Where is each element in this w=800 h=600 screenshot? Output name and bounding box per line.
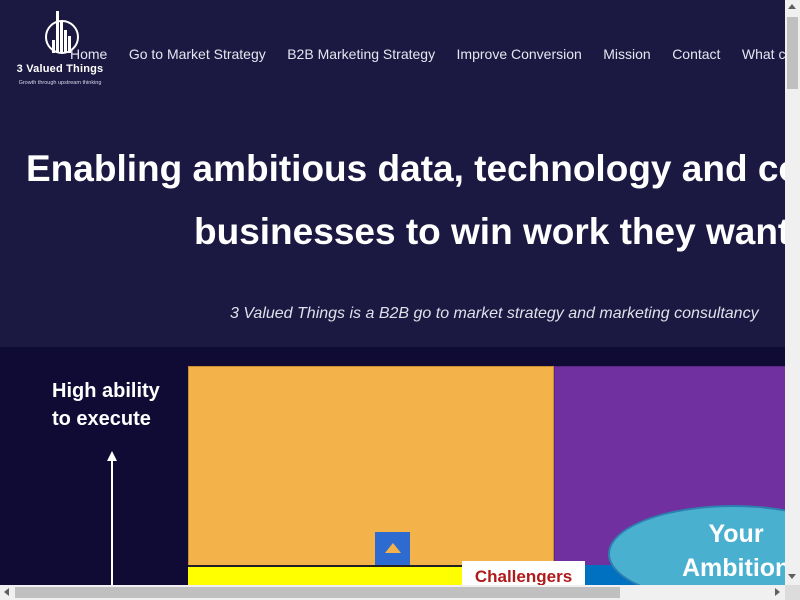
ambition-label-line2: Ambition: [682, 554, 785, 582]
horizontal-scrollbar[interactable]: [0, 585, 785, 600]
page-viewport: 3 Valued Things Growth through upstream …: [0, 0, 785, 585]
nav-item-contact[interactable]: Contact: [672, 46, 720, 62]
nav-item-b2b-marketing-strategy[interactable]: B2B Marketing Strategy: [287, 46, 435, 62]
main-nav: Home Go to Market Strategy B2B Marketing…: [70, 46, 785, 66]
scroll-down-arrow-icon[interactable]: [788, 574, 796, 579]
challengers-label: Challengers: [462, 561, 585, 585]
nav-item-improve-conversion[interactable]: Improve Conversion: [457, 46, 582, 62]
ambition-matrix-graphic: High ability to execute Challengers Your…: [0, 347, 785, 585]
nav-item-mission[interactable]: Mission: [603, 46, 650, 62]
triangle-up-icon: [385, 543, 401, 553]
scroll-right-arrow-icon[interactable]: [775, 588, 780, 596]
horizontal-scroll-thumb[interactable]: [15, 587, 620, 598]
quadrant-yellow-strip: [188, 565, 488, 585]
axis-label-line2: to execute: [52, 408, 151, 430]
axis-arrow-line: [111, 461, 113, 585]
nav-item-what-clients-say[interactable]: What clie: [742, 46, 785, 62]
scroll-up-arrow-icon[interactable]: [788, 4, 796, 9]
nav-item-go-to-market-strategy[interactable]: Go to Market Strategy: [129, 46, 266, 62]
hero-headline-line2: businesses to win work they want: [194, 211, 785, 252]
nav-item-home[interactable]: Home: [70, 46, 107, 62]
vertical-scroll-thumb[interactable]: [787, 17, 798, 89]
axis-label-line1: High ability: [52, 380, 160, 402]
hero-subheadline: 3 Valued Things is a B2B go to market st…: [230, 305, 759, 322]
quadrant-orange: [188, 366, 554, 566]
axis-label: High ability to execute: [52, 377, 160, 433]
hero-section: 3 Valued Things Growth through upstream …: [0, 0, 785, 347]
brand-tagline: Growth through upstream thinking: [18, 80, 102, 86]
position-marker: [375, 532, 410, 565]
vertical-scrollbar[interactable]: [785, 0, 800, 585]
ambition-label: Your Ambition: [682, 517, 785, 585]
scroll-left-arrow-icon[interactable]: [4, 588, 9, 596]
hero-headline-line1: Enabling ambitious data, technology and …: [26, 148, 785, 189]
axis-arrow-head-icon: [107, 451, 117, 461]
scrollbar-corner: [785, 585, 800, 600]
ambition-label-line1: Your: [708, 520, 764, 548]
